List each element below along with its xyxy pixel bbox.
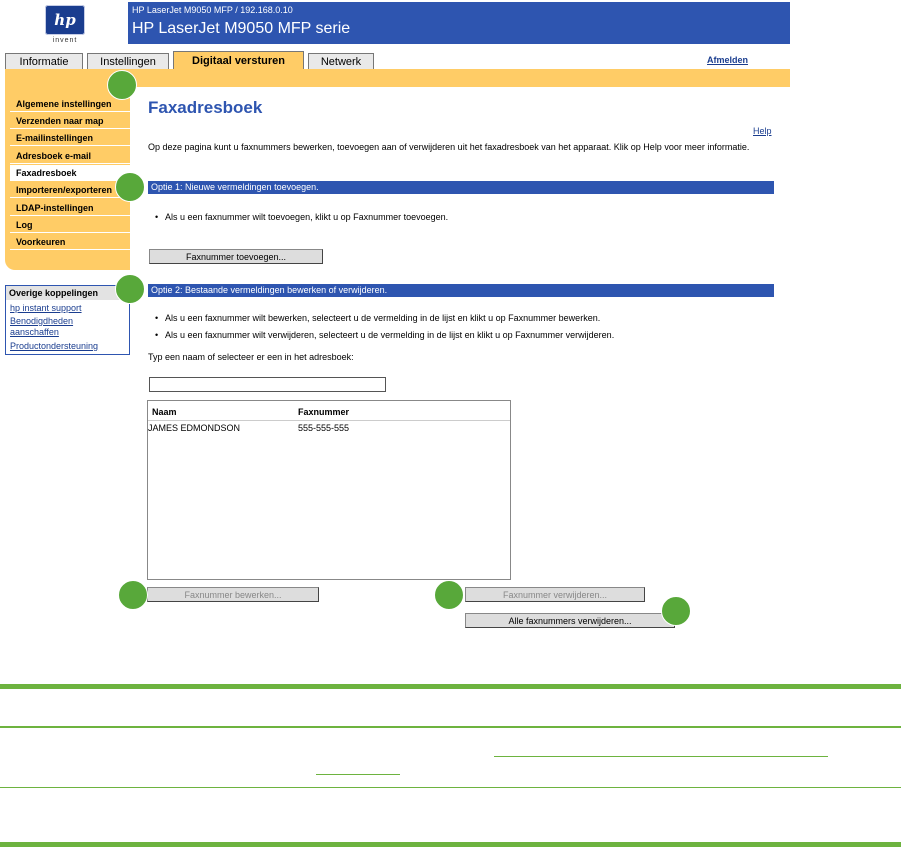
tab-informatie[interactable]: Informatie: [5, 53, 83, 69]
page-title: Faxadresboek: [148, 98, 263, 117]
table-row-fax[interactable]: 555-555-555: [298, 423, 349, 433]
list-divider: [148, 420, 510, 421]
other-links-heading: Overige koppelingen: [6, 286, 129, 300]
intro-text: Op deze pagina kunt u faxnummers bewerke…: [148, 142, 750, 152]
underline-decoration: [494, 756, 828, 757]
link-benodigdheden[interactable]: Benodigdheden: [10, 316, 73, 326]
option2-bullet-edit: Als u een faxnummer wilt bewerken, selec…: [155, 313, 600, 323]
tab-digitaal-versturen[interactable]: Digitaal versturen: [173, 51, 304, 70]
table-row-name[interactable]: JAMES EDMONDSON: [148, 423, 240, 433]
link-hp-instant-support[interactable]: hp instant support: [10, 303, 82, 313]
header-title: HP LaserJet M9050 MFP serie: [132, 20, 351, 37]
callout-marker: [115, 172, 145, 202]
callout-marker: [115, 274, 145, 304]
callout-marker: [661, 596, 691, 626]
link-aanschaffen[interactable]: aanschaffen: [10, 327, 59, 337]
sidebar-item-e-mailinstellingen[interactable]: E-mailinstellingen: [10, 130, 130, 146]
hp-logo: hp: [45, 5, 85, 35]
tab-instellingen[interactable]: Instellingen: [87, 53, 169, 69]
sidebar-item-verzenden-naar-map[interactable]: Verzenden naar map: [10, 113, 130, 129]
delete-fax-button[interactable]: Faxnummer verwijderen...: [465, 587, 645, 602]
option1-bullet: Als u een faxnummer wilt toevoegen, klik…: [155, 212, 448, 222]
link-productondersteuning[interactable]: Productondersteuning: [10, 341, 98, 351]
sidebar-item-log[interactable]: Log: [10, 217, 130, 233]
table-rule: [0, 787, 901, 788]
sidebar-nav: Algemene instellingen Verzenden naar map…: [5, 87, 130, 270]
callout-marker: [107, 70, 137, 100]
logo-subtext: invent: [52, 37, 78, 44]
page-header: HP LaserJet M9050 MFP / 192.168.0.10 HP …: [128, 2, 790, 44]
help-link[interactable]: Help: [753, 126, 772, 136]
sidebar-item-adresboek-email[interactable]: Adresboek e-mail: [10, 148, 130, 164]
option2-header: Optie 2: Bestaande vermeldingen bewerken…: [148, 284, 774, 297]
column-header-fax: Faxnummer: [298, 407, 350, 417]
logo-text: hp: [54, 11, 76, 29]
sidebar-item-voorkeuren[interactable]: Voorkeuren: [10, 234, 130, 250]
sidebar-item-faxadresboek[interactable]: Faxadresboek: [10, 165, 130, 181]
table-rule-top: [0, 684, 901, 689]
sidebar-item-ldap-instellingen[interactable]: LDAP-instellingen: [10, 200, 130, 216]
sidebar-item-algemene-instellingen[interactable]: Algemene instellingen: [10, 96, 130, 112]
edit-fax-button[interactable]: Faxnummer bewerken...: [147, 587, 319, 602]
table-rule: [0, 726, 901, 728]
table-rule-gap: [0, 728, 123, 732]
other-links-box: Overige koppelingen hp instant support B…: [5, 285, 130, 355]
search-label: Typ een naam of selecteer er een in het …: [148, 352, 354, 362]
table-rule-bottom: [0, 842, 901, 847]
callout-marker: [434, 580, 464, 610]
signout-link[interactable]: Afmelden: [707, 55, 748, 65]
option2-bullet-delete: Als u een faxnummer wilt verwijderen, se…: [155, 330, 614, 340]
sidebar-item-importeren-exporteren[interactable]: Importeren/exporteren: [10, 182, 130, 198]
option1-header: Optie 1: Nieuwe vermeldingen toevoegen.: [148, 181, 774, 194]
column-header-name: Naam: [152, 407, 177, 417]
search-input[interactable]: [149, 377, 386, 392]
tab-netwerk[interactable]: Netwerk: [308, 53, 374, 69]
add-fax-button[interactable]: Faxnummer toevoegen...: [149, 249, 323, 264]
header-subtitle: HP LaserJet M9050 MFP / 192.168.0.10: [132, 5, 293, 15]
delete-all-fax-button[interactable]: Alle faxnummers verwijderen...: [465, 613, 675, 628]
fax-address-list[interactable]: Naam Faxnummer JAMES EDMONDSON 555-555-5…: [147, 400, 511, 580]
underline-decoration: [316, 774, 400, 775]
callout-marker: [118, 580, 148, 610]
